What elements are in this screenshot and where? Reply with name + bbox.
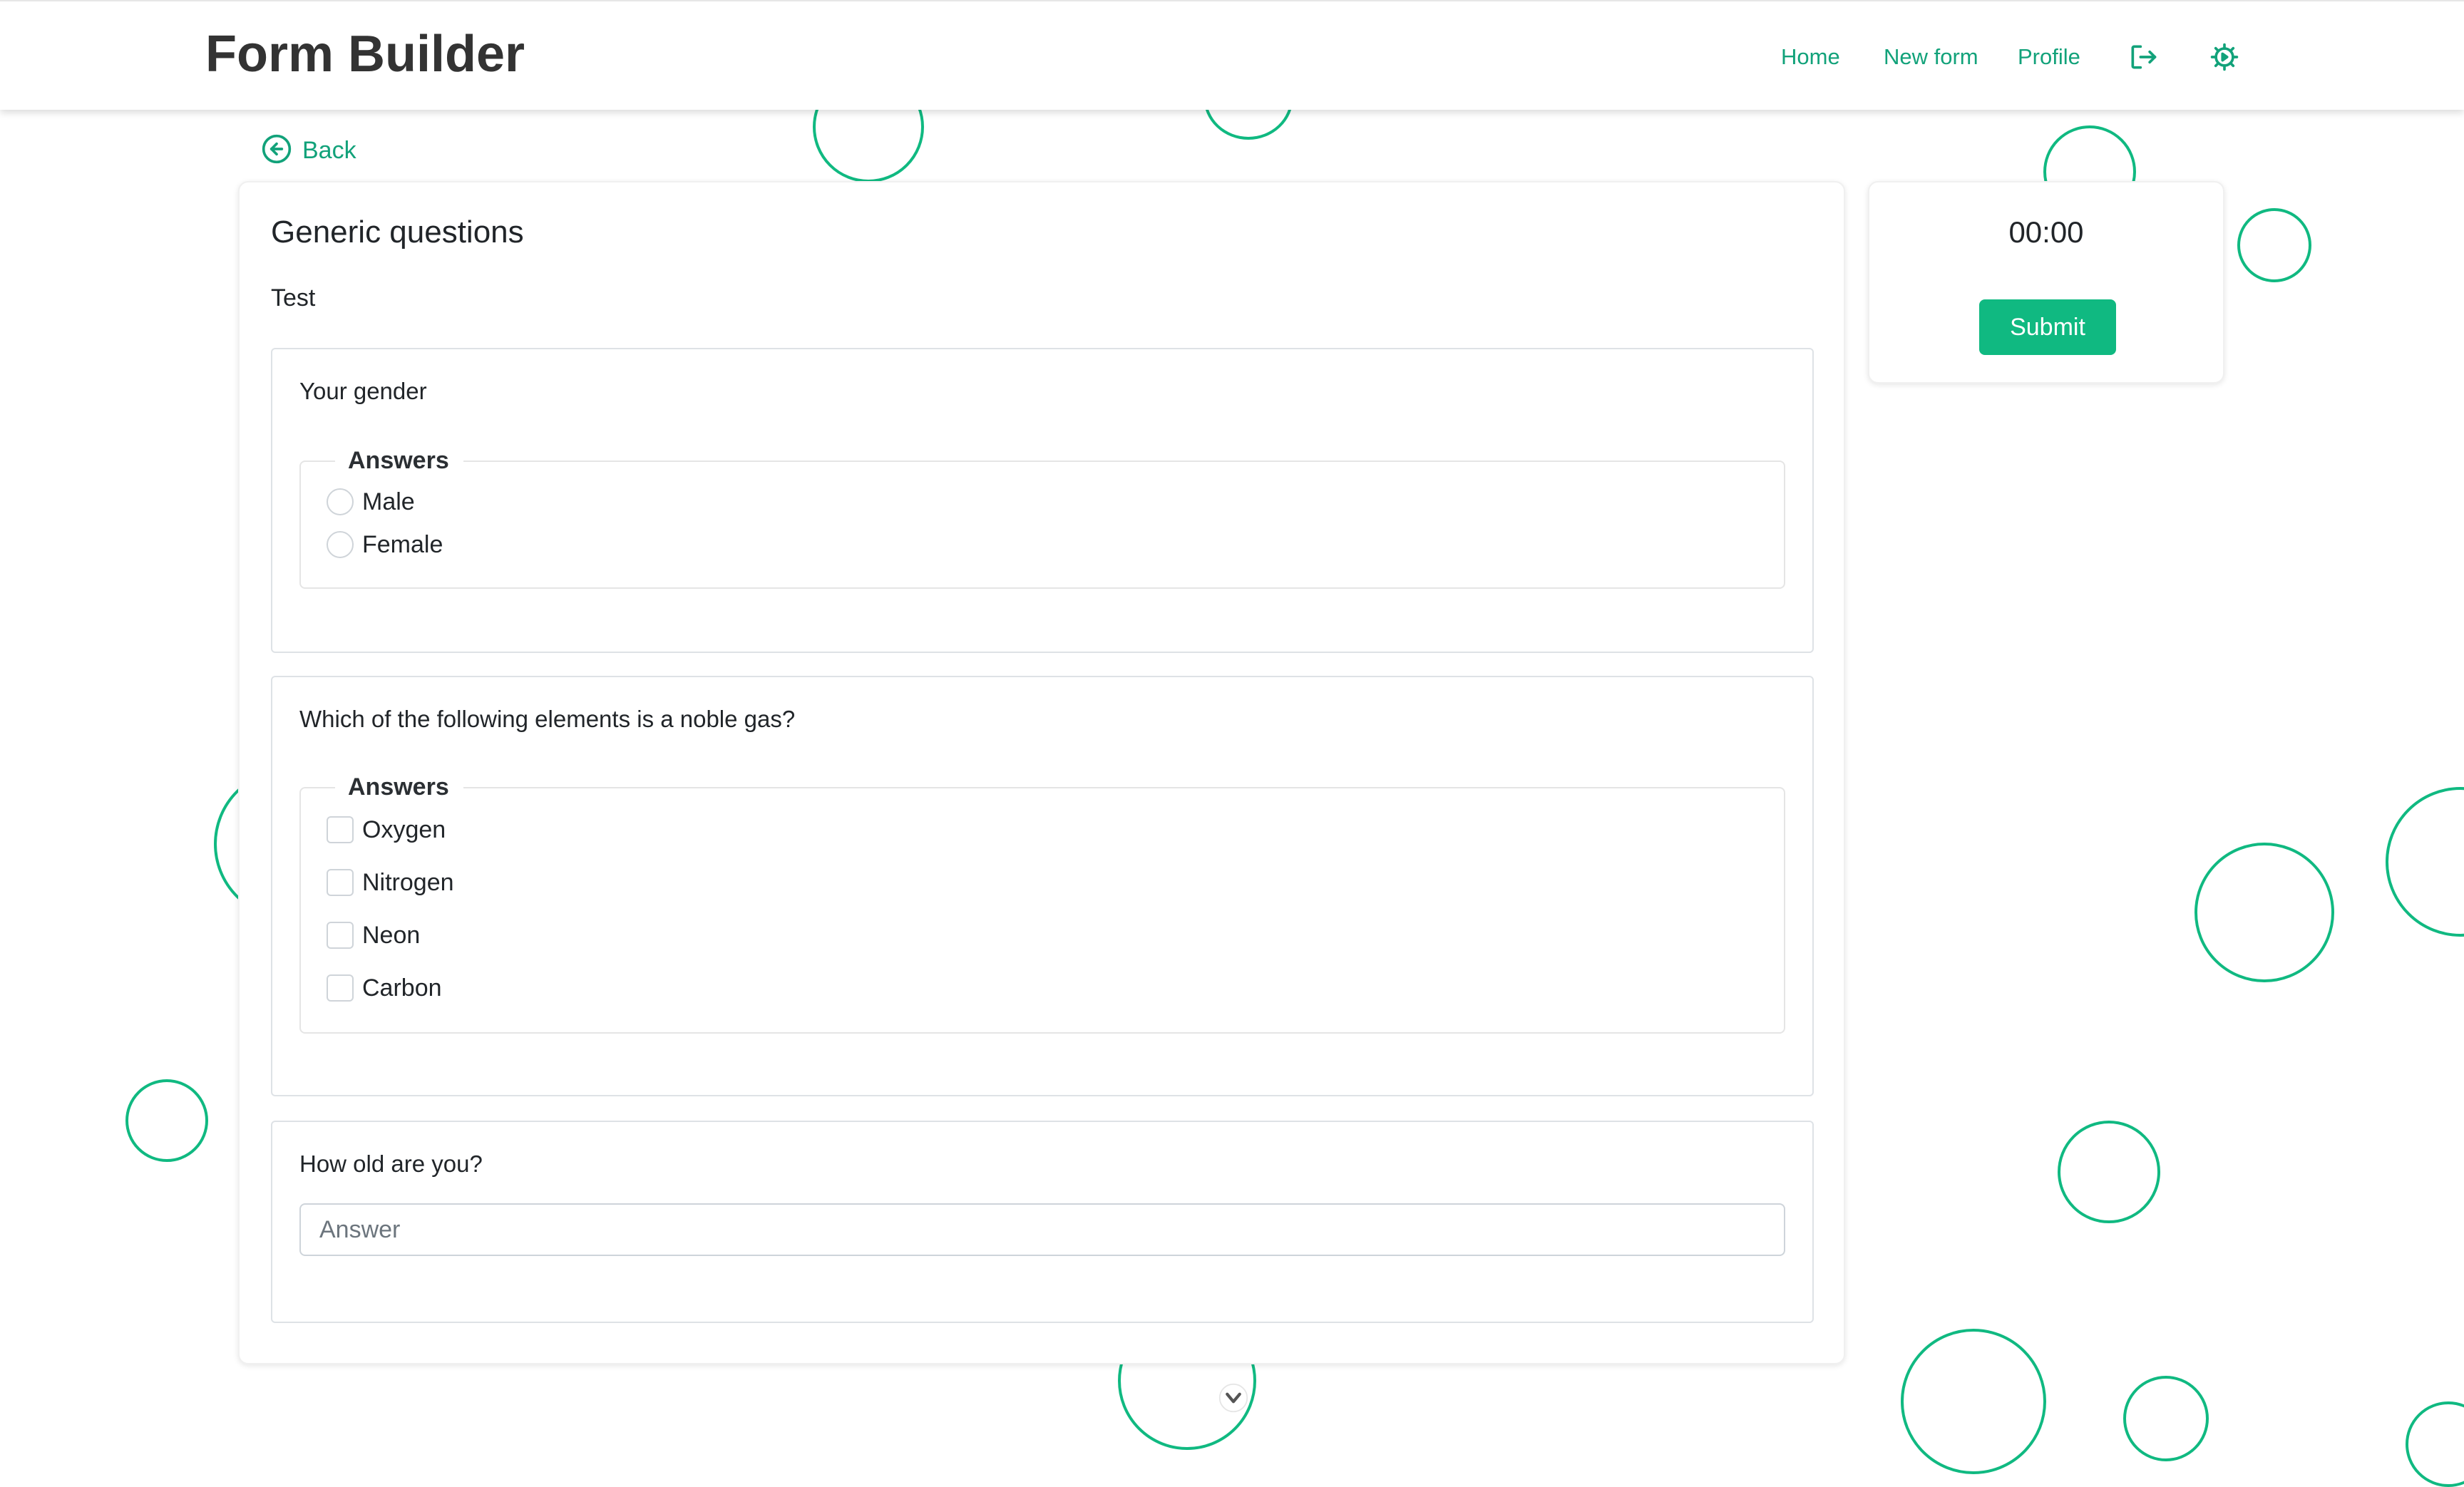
bubble-decoration (2058, 1121, 2160, 1223)
option-label: Neon (362, 921, 421, 949)
question-card-gender: Your gender Answers Male Female (271, 348, 1814, 653)
bubble-decoration (2194, 843, 2334, 982)
logout-icon[interactable] (2127, 41, 2159, 73)
option-oxygen[interactable]: Oxygen (327, 814, 446, 845)
chevron-down-icon (1218, 1383, 1249, 1416)
arrow-left-circle-icon (261, 133, 292, 168)
bubble-decoration (2237, 208, 2311, 282)
question-card-noble-gas: Which of the following elements is a nob… (271, 676, 1814, 1096)
form-title: Generic questions (271, 215, 524, 249)
nav-home-link[interactable]: Home (1781, 41, 1840, 73)
scroll-down-indicator[interactable] (1218, 1383, 1249, 1413)
nav-new-form-link[interactable]: New form (1884, 41, 1978, 73)
bubble-decoration (1901, 1329, 2046, 1474)
radio-button[interactable] (327, 488, 354, 515)
nav-profile-link[interactable]: Profile (2018, 41, 2080, 73)
form-description: Test (271, 284, 316, 312)
option-nitrogen[interactable]: Nitrogen (327, 867, 454, 898)
option-carbon[interactable]: Carbon (327, 972, 442, 1004)
option-label: Female (362, 530, 443, 558)
timer-card: 00:00 Submit (1868, 181, 2224, 384)
answers-legend: Answers (335, 445, 463, 476)
question-text: Which of the following elements is a nob… (299, 706, 796, 732)
option-label: Male (362, 488, 415, 515)
radio-button[interactable] (327, 531, 354, 558)
option-neon[interactable]: Neon (327, 920, 420, 951)
option-label: Oxygen (362, 815, 446, 843)
timer-display: 00:00 (2008, 215, 2084, 249)
option-male[interactable]: Male (327, 486, 415, 518)
option-label: Carbon (362, 974, 442, 1002)
question-text: How old are you? (299, 1151, 483, 1177)
option-female[interactable]: Female (327, 529, 443, 560)
checkbox[interactable] (327, 974, 354, 1002)
form-card: Generic questions Test Your gender Answe… (238, 181, 1845, 1364)
gear-icon[interactable] (2209, 41, 2240, 73)
question-card-age: How old are you? (271, 1121, 1814, 1323)
option-label: Nitrogen (362, 868, 454, 896)
checkbox[interactable] (327, 816, 354, 843)
answers-fieldset: Answers Male Female (299, 445, 1785, 589)
bubble-decoration (2406, 1401, 2464, 1487)
top-navbar: Form Builder Home New form Profile (0, 0, 2464, 110)
question-text: Your gender (299, 378, 427, 404)
answers-fieldset: Answers Oxygen Nitrogen Neon Carbon (299, 771, 1785, 1034)
bubble-decoration (125, 1079, 208, 1162)
bubble-decoration (2123, 1376, 2209, 1461)
checkbox[interactable] (327, 922, 354, 949)
checkbox[interactable] (327, 869, 354, 896)
submit-button[interactable]: Submit (1979, 299, 2116, 355)
answer-input[interactable] (299, 1203, 1785, 1256)
brand-title[interactable]: Form Builder (205, 29, 525, 80)
bubble-decoration (2386, 787, 2464, 937)
answers-legend: Answers (335, 771, 463, 803)
back-label: Back (302, 136, 356, 164)
back-link[interactable]: Back (261, 134, 356, 167)
